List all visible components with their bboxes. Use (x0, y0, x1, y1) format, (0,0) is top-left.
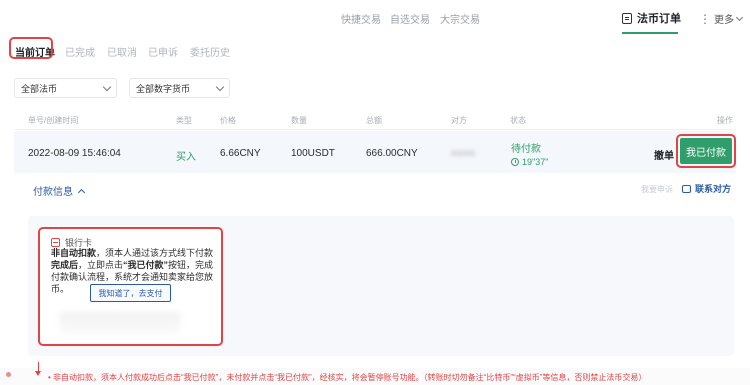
col-status: 状态 (510, 116, 526, 125)
highlight-box-tab (9, 37, 53, 59)
table-row: 2022-08-09 15:46:04 买入 6.66CNY 100USDT 6… (14, 131, 736, 173)
order-time: 2022-08-09 15:46:04 (28, 148, 121, 159)
col-price: 价格 (220, 116, 236, 125)
notice-dot-icon (6, 372, 11, 377)
arrow-down-icon (35, 362, 41, 376)
nav-quick-trade[interactable]: 快捷交易 (341, 11, 381, 26)
countdown-value: 19"37" (522, 157, 549, 167)
status-label: 待付款 (511, 144, 541, 155)
col-counterparty: 对方 (451, 116, 467, 125)
tab-completed[interactable]: 已完成 (65, 44, 95, 59)
tab-appealed[interactable]: 已申诉 (148, 44, 178, 59)
document-icon (622, 12, 632, 24)
chat-icon (682, 184, 691, 193)
col-type: 类型 (176, 116, 192, 125)
order-status: 待付款 19"37" (511, 140, 548, 167)
more-menu[interactable]: ⋮ 更多 (699, 11, 744, 26)
nav-p2p-trade[interactable]: 自选交易 (390, 11, 430, 26)
contact-counterparty-button[interactable]: 联系对方 (682, 182, 731, 195)
col-actions: 操作 (717, 116, 733, 125)
nav-block-trade[interactable]: 大宗交易 (440, 11, 480, 26)
chevron-down-icon (735, 13, 744, 21)
appeal-button[interactable]: 我要申诉 (641, 184, 673, 195)
kebab-icon: ⋮ (699, 11, 711, 26)
tab-order-history[interactable]: 委托历史 (190, 44, 230, 59)
more-label: 更多 (714, 15, 734, 26)
cancel-order-button[interactable]: 撤单 (654, 147, 674, 162)
top-nav: 快捷交易 自选交易 大宗交易 法币订单 ⋮ 更多 (0, 0, 750, 36)
chevron-down-icon (102, 82, 112, 91)
highlight-box-warning (38, 227, 223, 346)
tab-cancelled[interactable]: 已取消 (107, 44, 137, 59)
fiat-select[interactable]: 全部法币 (14, 78, 117, 98)
payment-info-toggle[interactable]: 付款信息 (33, 183, 86, 198)
footer-notice: • 非自动扣款，须本人付款成功后点击“我已付款”，未付款并点击“我已付款”，经核… (0, 368, 750, 385)
active-nav-underline (622, 32, 678, 34)
col-quantity: 数量 (291, 116, 307, 125)
order-total: 666.00CNY (366, 148, 418, 159)
clock-icon (511, 158, 519, 166)
counterparty-name: ●●●● (451, 148, 476, 159)
order-quantity: 100USDT (291, 148, 335, 159)
chevron-down-icon (215, 82, 225, 91)
crypto-select[interactable]: 全部数字货币 (129, 78, 230, 98)
crypto-select-value: 全部数字货币 (136, 83, 191, 94)
table-header: 单号/创建时间 类型 价格 数量 总额 对方 状态 操作 (14, 108, 736, 130)
col-total: 总额 (366, 116, 382, 125)
col-order-time: 单号/创建时间 (28, 116, 79, 125)
countdown: 19"37" (511, 157, 548, 167)
highlight-box-paid (676, 134, 736, 168)
order-type: 买入 (176, 152, 196, 163)
nav-fiat-orders[interactable]: 法币订单 (622, 5, 681, 31)
order-price: 6.66CNY (220, 148, 261, 159)
chevron-up-icon (77, 188, 86, 196)
contact-label: 联系对方 (695, 184, 732, 194)
nav-fiat-orders-label: 法币订单 (637, 13, 681, 25)
fiat-select-value: 全部法币 (21, 83, 58, 94)
payment-info-label: 付款信息 (33, 187, 73, 198)
